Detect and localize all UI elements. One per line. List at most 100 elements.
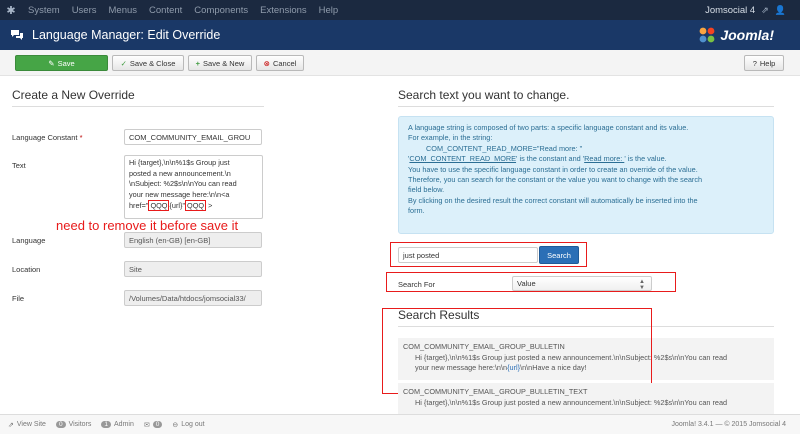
joomla-flower-icon <box>699 27 715 43</box>
search-for-select[interactable]: Value ▲ ▼ <box>512 276 652 291</box>
menu-system[interactable]: System <box>22 5 66 16</box>
menu-components[interactable]: Components <box>188 5 254 16</box>
menu-content[interactable]: Content <box>143 5 188 16</box>
admin-indicator: 1 Admin <box>101 421 134 428</box>
info-line: form. <box>408 206 425 216</box>
text-line: posted a new announcement.\n <box>129 168 231 178</box>
location-label: Location <box>12 265 41 274</box>
language-constant-field[interactable]: COM_COMMUNITY_EMAIL_GROU <box>124 129 262 145</box>
highlight-box: QQQ <box>185 200 207 211</box>
user-icon[interactable]: 👤 <box>775 5 786 16</box>
search-heading: Search text you want to change. <box>398 88 570 102</box>
plus-icon: + <box>195 58 201 68</box>
info-line: You have to use the specific language co… <box>408 164 698 174</box>
info-line: field below. <box>408 185 445 195</box>
info-fragment: ' is the constant and ' <box>516 154 585 164</box>
menu-menus[interactable]: Menus <box>103 5 144 16</box>
joomla-icon[interactable]: ✱ <box>0 0 22 20</box>
mail-icon: ✉ <box>143 421 150 429</box>
file-label: File <box>12 294 25 303</box>
logout-label: Log out <box>181 421 205 428</box>
text-line: href=" QQQ {url}" QQQ > <box>129 200 258 212</box>
info-line: A language string is composed of two par… <box>408 123 689 132</box>
version-text: Joomla! 3.4.1 — © 2015 Jomsocial 4 <box>671 421 787 428</box>
annotation-text: need to remove it before save it <box>56 218 239 233</box>
search-input[interactable]: just posted <box>398 247 538 263</box>
language-field: English (en-GB) [en-GB] <box>124 232 262 248</box>
override-heading: Create a New Override <box>12 88 135 102</box>
external-link-icon[interactable]: ⇗ <box>761 5 769 16</box>
external-link-icon: ⇗ <box>8 421 14 429</box>
edit-icon: ✎ <box>48 58 55 68</box>
page-title: Language Manager: Edit Override <box>32 28 221 42</box>
view-site-label: View Site <box>16 421 46 428</box>
save-button[interactable]: ✎ Save <box>15 55 108 71</box>
language-label: Language <box>12 236 46 245</box>
visitors-indicator: 0 Visitors <box>55 421 92 428</box>
main-menu: System Users Menus Content Components Ex… <box>22 5 344 16</box>
menu-users[interactable]: Users <box>66 5 103 16</box>
location-field: Site <box>124 261 262 277</box>
top-right: Jomsocial 4 ⇗ 👤 <box>705 5 800 16</box>
result-value: Hi {target},\n\n%1$s Group just posted a… <box>415 397 728 407</box>
result-constant: COM_COMMUNITY_EMAIL_GROUP_BULLETIN_TEXT <box>403 387 588 396</box>
logout-link[interactable]: ⊖ Log out <box>172 421 204 429</box>
select-caret-icon: ▲ ▼ <box>639 279 645 291</box>
save-label: Save <box>57 58 75 68</box>
select-value: Value <box>517 279 536 288</box>
info-alert: A language string is composed of two par… <box>398 116 774 234</box>
save-new-button[interactable]: + Save & New <box>188 55 252 71</box>
cancel-label: Cancel <box>272 58 297 68</box>
highlight-box: QQQ <box>148 200 170 211</box>
admin-label: Admin <box>114 421 134 428</box>
joomla-logo: Joomla! <box>698 26 774 44</box>
text-label: Text <box>12 161 26 170</box>
text-line: \nSubject: %2$s\n\nYou can read <box>129 179 237 188</box>
toolbar: ✎ Save ✓ Save & Close + Save & New ⊗ Can… <box>0 50 800 76</box>
annotation-box <box>382 308 652 394</box>
view-site-link[interactable]: ⇗ View Site <box>8 421 46 429</box>
search-result[interactable]: COM_COMMUNITY_EMAIL_GROUP_BULLETIN_TEXT … <box>398 383 774 414</box>
comments-icon <box>10 29 24 41</box>
info-line: Therefore, you can search for the consta… <box>408 175 703 185</box>
admin-menu-bar: ✱ System Users Menus Content Components … <box>0 0 800 20</box>
cancel-icon: ⊗ <box>263 58 270 68</box>
search-for-label: Search For <box>398 280 436 289</box>
info-line: For example, in the string: <box>408 133 493 143</box>
info-constant: COM_CONTENT_READ_MORE <box>409 154 517 164</box>
messages-badge: 0 <box>152 421 163 428</box>
info-line: COM_CONTENT_READ_MORE="Read more: " <box>426 143 583 153</box>
brand-text: Joomla! <box>720 27 774 43</box>
check-icon: ✓ <box>120 58 127 68</box>
help-button[interactable]: ? Help <box>744 55 784 71</box>
text-fragment: > <box>206 201 213 210</box>
visitors-label: Visitors <box>68 421 92 428</box>
divider <box>12 106 264 107</box>
text-fragment: {url}" <box>169 201 186 210</box>
text-textarea[interactable]: Hi {target},\n\n%1$s Group just posted a… <box>124 155 263 219</box>
info-line: By clicking on the desired result the co… <box>408 195 698 205</box>
info-line: 'COM_CONTENT_READ_MORE' is the constant … <box>408 154 764 164</box>
menu-extensions[interactable]: Extensions <box>254 5 312 16</box>
question-icon: ? <box>752 58 757 68</box>
info-value: Read more: <box>584 154 625 164</box>
save-new-label: Save & New <box>203 58 245 68</box>
site-name-link[interactable]: Jomsocial 4 <box>705 5 755 16</box>
page-header: Language Manager: Edit Override Joomla! <box>0 20 800 50</box>
visitors-badge: 0 <box>55 421 66 428</box>
save-close-button[interactable]: ✓ Save & Close <box>112 55 184 71</box>
minus-icon: ⊖ <box>172 421 179 429</box>
text-fragment: href=" <box>129 201 149 210</box>
search-button[interactable]: Search <box>539 246 579 264</box>
language-constant-label: Language Constant * <box>12 133 83 142</box>
messages-indicator[interactable]: ✉ 0 <box>144 421 163 429</box>
constant-label-text: Language Constant <box>12 133 78 142</box>
admin-badge: 1 <box>101 421 112 428</box>
menu-help[interactable]: Help <box>313 5 345 16</box>
cancel-button[interactable]: ⊗ Cancel <box>256 55 304 71</box>
divider <box>398 106 774 107</box>
required-mark: * <box>79 133 83 142</box>
text-line: Hi {target},\n\n%1$s Group just <box>129 158 230 167</box>
help-label: Help <box>759 58 776 68</box>
status-bar: ⇗ View Site 0 Visitors 1 Admin ✉ 0 ⊖ Log… <box>0 414 800 434</box>
